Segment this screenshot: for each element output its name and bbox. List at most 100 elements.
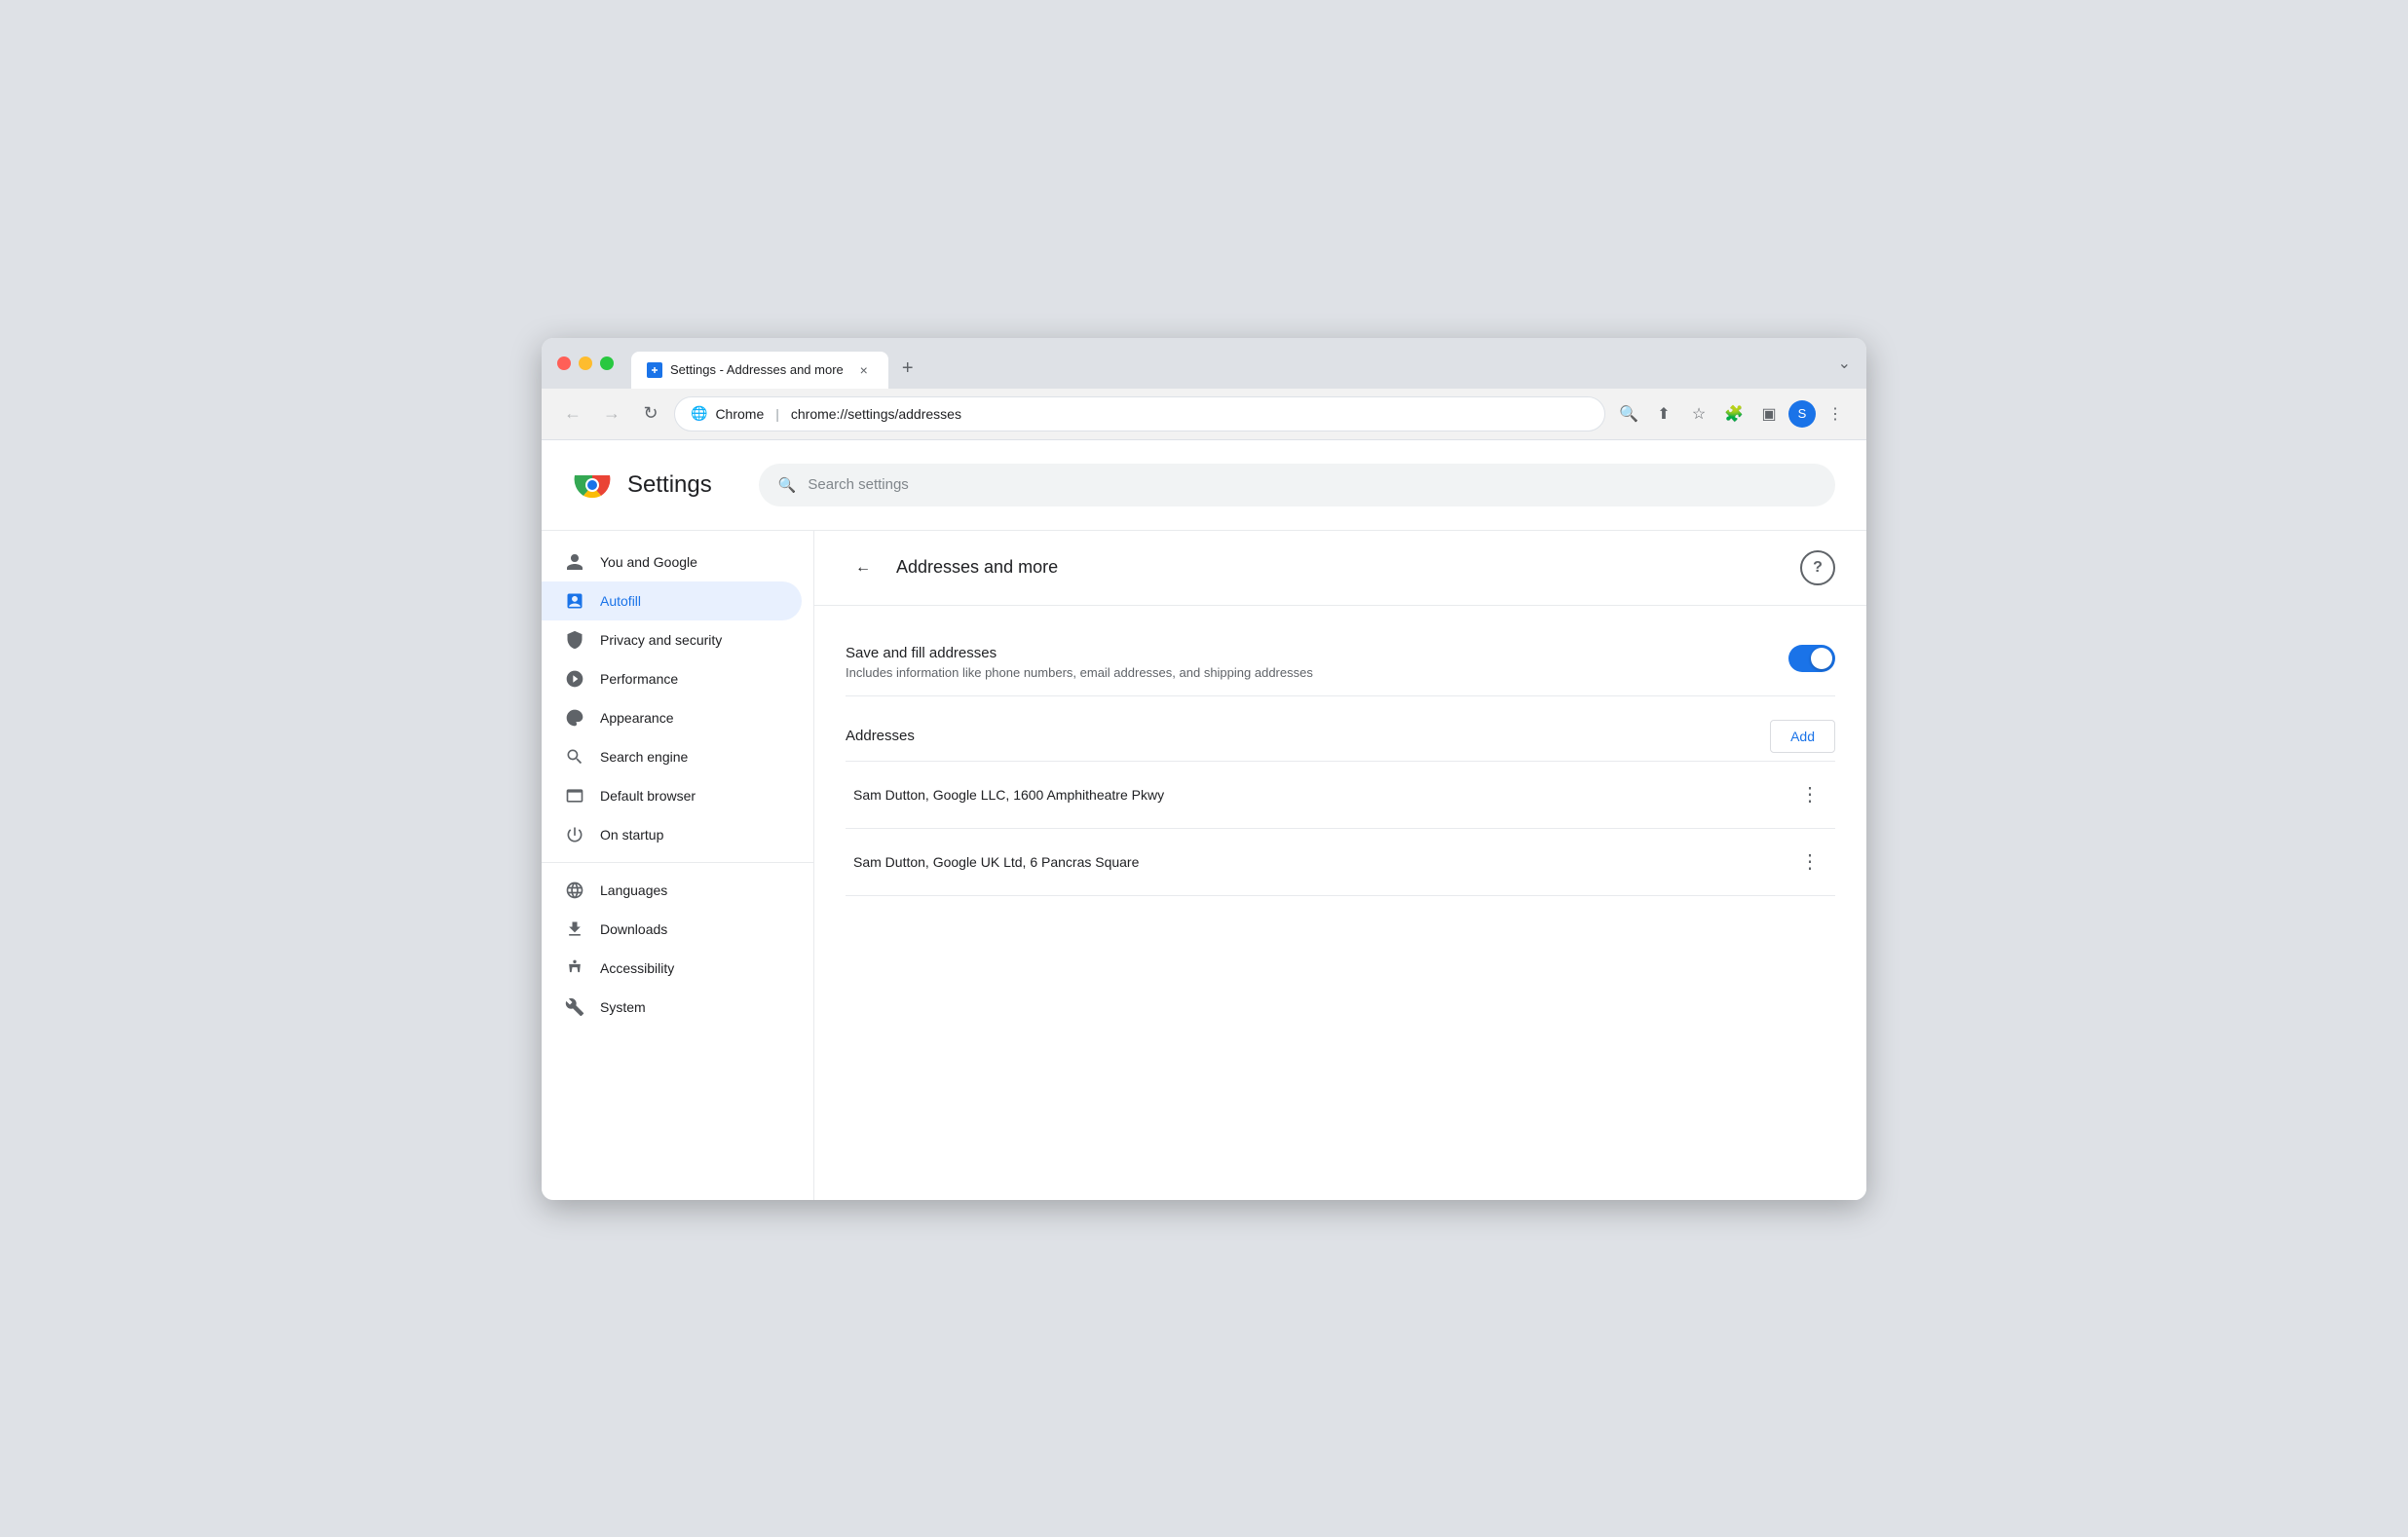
help-button[interactable]: ? xyxy=(1800,550,1835,585)
back-button[interactable]: ← xyxy=(557,398,588,430)
address-more-button[interactable]: ⋮ xyxy=(1792,777,1827,812)
tab-close-button[interactable]: × xyxy=(855,361,873,379)
search-placeholder: Search settings xyxy=(808,476,908,493)
toggle-description: Includes information like phone numbers,… xyxy=(846,665,1313,680)
power-icon xyxy=(565,825,584,844)
tab-favicon xyxy=(647,362,662,378)
sidebar-label-default-browser: Default browser xyxy=(600,788,696,804)
settings-page: Settings 🔍 Search settings You and Googl… xyxy=(542,440,1866,1200)
sidebar-item-default-browser[interactable]: Default browser xyxy=(542,776,802,815)
sidebar-divider xyxy=(542,862,813,863)
sidebar-item-search-engine[interactable]: Search engine xyxy=(542,737,802,776)
back-button[interactable]: ← xyxy=(846,550,881,585)
forward-button[interactable]: → xyxy=(596,398,627,430)
section-title-row: ← Addresses and more xyxy=(846,550,1058,585)
address-item: Sam Dutton, Google LLC, 1600 Amphitheatr… xyxy=(846,762,1835,829)
sidebar-label-you-and-google: You and Google xyxy=(600,554,697,570)
chrome-menu-button[interactable]: ⋮ xyxy=(1820,398,1851,430)
omnibar-domain: Chrome xyxy=(715,406,764,422)
addresses-section: Addresses Add Sam Dutton, Google LLC, 16… xyxy=(846,720,1835,896)
sidebar-item-downloads[interactable]: Downloads xyxy=(542,910,802,949)
minimize-window-button[interactable] xyxy=(579,356,592,370)
bookmark-button[interactable]: ☆ xyxy=(1683,398,1714,430)
tab-bar: Settings - Addresses and more × + xyxy=(631,338,923,389)
sidebar-label-system: System xyxy=(600,999,646,1015)
sidebar-label-privacy-security: Privacy and security xyxy=(600,632,722,648)
title-bar: Settings - Addresses and more × + ⌄ xyxy=(542,338,1866,389)
settings-body: You and Google Autofill Privacy and secu… xyxy=(542,531,1866,1200)
system-icon xyxy=(565,997,584,1017)
search-settings-input[interactable]: 🔍 Search settings xyxy=(759,464,1835,506)
save-fill-addresses-row: Save and fill addresses Includes informa… xyxy=(846,629,1835,696)
sidebar: You and Google Autofill Privacy and secu… xyxy=(542,531,814,1200)
new-tab-button[interactable]: + xyxy=(892,354,923,385)
toggle-label: Save and fill addresses xyxy=(846,645,1313,661)
sidebar-item-you-and-google[interactable]: You and Google xyxy=(542,543,802,581)
tab-expand-icon[interactable]: ⌄ xyxy=(1838,354,1851,373)
settings-header: Settings 🔍 Search settings xyxy=(542,440,1866,531)
maximize-window-button[interactable] xyxy=(600,356,614,370)
sidebar-item-appearance[interactable]: Appearance xyxy=(542,698,802,737)
share-button[interactable]: ⬆ xyxy=(1648,398,1679,430)
omnibar-row: ← → ↻ 🌐 Chrome | chrome://settings/addre… xyxy=(542,389,1866,440)
sidebar-item-accessibility[interactable]: Accessibility xyxy=(542,949,802,988)
search-engine-icon xyxy=(565,747,584,767)
close-window-button[interactable] xyxy=(557,356,571,370)
active-tab[interactable]: Settings - Addresses and more × xyxy=(631,352,888,389)
traffic-lights xyxy=(557,356,614,370)
add-address-button[interactable]: Add xyxy=(1770,720,1835,753)
omnibar-security-icon: 🌐 xyxy=(691,405,707,422)
profile-avatar[interactable]: S xyxy=(1788,400,1816,428)
addresses-header: Addresses Add xyxy=(846,720,1835,753)
sidebar-label-search-engine: Search engine xyxy=(600,749,688,765)
sidebar-item-on-startup[interactable]: On startup xyxy=(542,815,802,854)
toolbar-icons: 🔍 ⬆ ☆ 🧩 ▣ S ⋮ xyxy=(1613,398,1851,430)
sidebar-label-languages: Languages xyxy=(600,882,667,898)
omnibar[interactable]: 🌐 Chrome | chrome://settings/addresses xyxy=(674,396,1605,431)
globe-icon xyxy=(565,881,584,900)
tab-title: Settings - Addresses and more xyxy=(670,362,844,377)
zoom-button[interactable]: 🔍 xyxy=(1613,398,1644,430)
chrome-logo xyxy=(573,466,612,505)
address-list: Sam Dutton, Google LLC, 1600 Amphitheatr… xyxy=(846,761,1835,896)
appearance-icon xyxy=(565,708,584,728)
addresses-label: Addresses xyxy=(846,728,915,744)
address-text: Sam Dutton, Google LLC, 1600 Amphitheatr… xyxy=(853,787,1164,803)
sidebar-item-privacy-security[interactable]: Privacy and security xyxy=(542,620,802,659)
address-item: Sam Dutton, Google UK Ltd, 6 Pancras Squ… xyxy=(846,829,1835,896)
browser-window: Settings - Addresses and more × + ⌄ ← → … xyxy=(542,338,1866,1200)
content-area: Save and fill addresses Includes informa… xyxy=(814,606,1866,919)
settings-title: Settings xyxy=(627,471,712,499)
accessibility-icon xyxy=(565,958,584,978)
sidebar-label-appearance: Appearance xyxy=(600,710,674,726)
omnibar-separator: | xyxy=(775,406,779,422)
default-browser-icon xyxy=(565,786,584,806)
download-icon xyxy=(565,919,584,939)
refresh-button[interactable]: ↻ xyxy=(635,398,666,430)
section-title: Addresses and more xyxy=(896,557,1058,578)
sidebar-item-autofill[interactable]: Autofill xyxy=(542,581,802,620)
toggle-text: Save and fill addresses Includes informa… xyxy=(846,645,1313,680)
address-more-button[interactable]: ⋮ xyxy=(1792,844,1827,880)
person-icon xyxy=(565,552,584,572)
performance-icon xyxy=(565,669,584,689)
extensions-button[interactable]: 🧩 xyxy=(1718,398,1750,430)
sidebar-label-performance: Performance xyxy=(600,671,678,687)
main-content: ← Addresses and more ? Save and fill add… xyxy=(814,531,1866,1200)
search-icon: 🔍 xyxy=(778,476,797,494)
sidebar-item-system[interactable]: System xyxy=(542,988,802,1027)
shield-icon xyxy=(565,630,584,650)
toggle-knob xyxy=(1811,648,1832,669)
sidebar-label-accessibility: Accessibility xyxy=(600,960,674,976)
sidebar-label-on-startup: On startup xyxy=(600,827,663,843)
sidebar-item-performance[interactable]: Performance xyxy=(542,659,802,698)
section-header: ← Addresses and more ? xyxy=(814,531,1866,606)
omnibar-url: chrome://settings/addresses xyxy=(791,406,961,422)
sidebar-button[interactable]: ▣ xyxy=(1753,398,1785,430)
sidebar-label-autofill: Autofill xyxy=(600,593,641,609)
save-fill-toggle[interactable] xyxy=(1788,645,1835,672)
address-text: Sam Dutton, Google UK Ltd, 6 Pancras Squ… xyxy=(853,854,1139,870)
autofill-icon xyxy=(565,591,584,611)
sidebar-label-downloads: Downloads xyxy=(600,921,667,937)
sidebar-item-languages[interactable]: Languages xyxy=(542,871,802,910)
